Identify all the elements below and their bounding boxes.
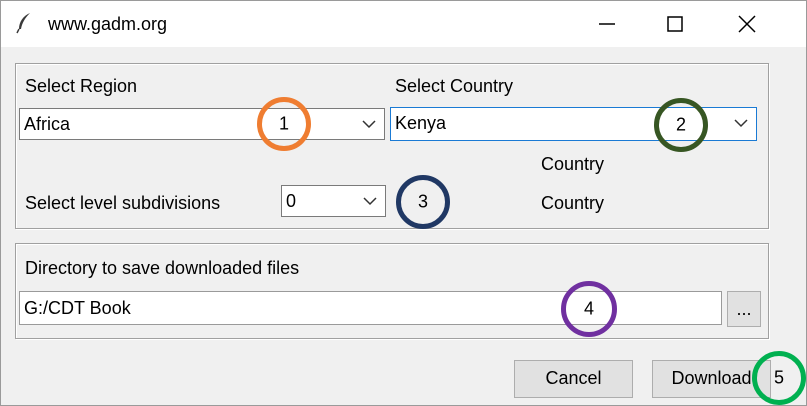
callout-number: 2 xyxy=(675,114,686,135)
window-title: www.gadm.org xyxy=(48,14,168,34)
chevron-down-icon xyxy=(363,197,377,206)
close-button[interactable] xyxy=(719,1,775,47)
country-info-line-1: Country xyxy=(541,154,605,174)
cancel-button[interactable]: Cancel xyxy=(514,360,633,398)
feather-icon xyxy=(16,13,30,34)
callout-number: 3 xyxy=(417,191,428,212)
callout-marker-5: 5 xyxy=(752,351,806,405)
callout-number: 5 xyxy=(773,367,784,388)
directory-label: Directory to save downloaded files xyxy=(25,258,300,278)
dialog-window: www.gadm.org Select Region Select Countr… xyxy=(0,0,807,406)
country-info-line-2: Country xyxy=(541,193,605,213)
callout-marker-4: 4 xyxy=(561,281,617,337)
callout-number: 1 xyxy=(278,113,289,134)
subdivision-dropdown[interactable]: 0 xyxy=(281,185,386,217)
cancel-button-label: Cancel xyxy=(545,368,602,388)
browse-button[interactable]: ... xyxy=(727,291,761,327)
title-bar[interactable]: www.gadm.org xyxy=(1,1,806,47)
country-label: Select Country xyxy=(395,76,514,96)
directory-value: G:/CDT Book xyxy=(24,298,131,318)
region-label: Select Region xyxy=(25,76,138,96)
callout-marker-2: 2 xyxy=(654,98,708,152)
maximize-icon xyxy=(667,16,683,32)
callout-marker-1: 1 xyxy=(257,97,311,151)
chevron-down-icon xyxy=(362,120,376,129)
minimize-icon xyxy=(599,23,615,25)
maximize-button[interactable] xyxy=(647,1,703,47)
country-value: Kenya xyxy=(395,113,447,133)
minimize-button[interactable] xyxy=(579,1,635,47)
region-dropdown[interactable]: Africa xyxy=(19,108,385,140)
region-value: Africa xyxy=(24,114,71,134)
close-icon xyxy=(738,15,756,33)
callout-number: 4 xyxy=(583,298,594,319)
subdivision-label: Select level subdivisions xyxy=(25,193,221,213)
download-button-label: Download xyxy=(671,368,752,388)
subdivision-value: 0 xyxy=(286,191,297,211)
chevron-down-icon xyxy=(734,119,748,128)
browse-button-label: ... xyxy=(736,299,752,319)
callout-marker-3: 3 xyxy=(396,175,450,229)
